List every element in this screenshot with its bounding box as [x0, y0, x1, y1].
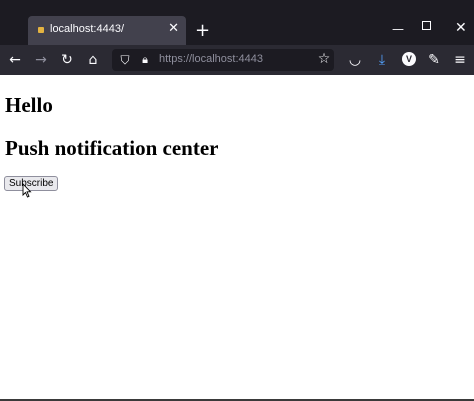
pocket-icon[interactable]: ◡: [346, 51, 364, 69]
maximize-icon[interactable]: [422, 21, 431, 30]
window-close-icon[interactable]: ✕: [455, 20, 467, 36]
favicon-icon: [38, 27, 44, 33]
extensions-icon[interactable]: ✎: [425, 51, 443, 69]
bookmark-star-icon[interactable]: ☆: [315, 50, 333, 68]
navigation-toolbar: ← → ↻ ⌂ ⛉ 🔒︎ https://localhost:4443 ☆ ◡ …: [0, 45, 474, 75]
mouse-cursor-icon: [22, 183, 32, 198]
heading-hello: Hello: [5, 93, 53, 117]
downloads-icon[interactable]: ⤓: [373, 51, 391, 69]
url-bar[interactable]: ⛉ 🔒︎ https://localhost:4443: [112, 49, 334, 71]
tab-strip: localhost:4443/ ✕ + — ✕: [0, 0, 474, 45]
tab-close-icon[interactable]: ✕: [168, 21, 179, 36]
back-arrow-icon[interactable]: ←: [6, 51, 24, 69]
forward-arrow-icon[interactable]: →: [32, 51, 50, 69]
heading-push-notification-center: Push notification center: [5, 136, 219, 160]
minimize-icon[interactable]: —: [392, 22, 404, 36]
reload-icon[interactable]: ↻: [58, 51, 76, 69]
page-viewport: Hello Push notification center Subscribe: [0, 75, 474, 399]
tab-title: localhost:4443/: [50, 23, 124, 35]
new-tab-icon[interactable]: +: [195, 20, 210, 41]
account-avatar[interactable]: V: [402, 52, 416, 66]
home-icon[interactable]: ⌂: [84, 51, 102, 69]
tab-localhost[interactable]: localhost:4443/ ✕: [28, 16, 186, 45]
menu-icon[interactable]: ≡: [451, 51, 469, 69]
url-text[interactable]: https://localhost:4443: [159, 53, 263, 65]
lock-icon[interactable]: 🔒︎: [136, 51, 154, 69]
shield-icon[interactable]: ⛉: [116, 51, 134, 69]
